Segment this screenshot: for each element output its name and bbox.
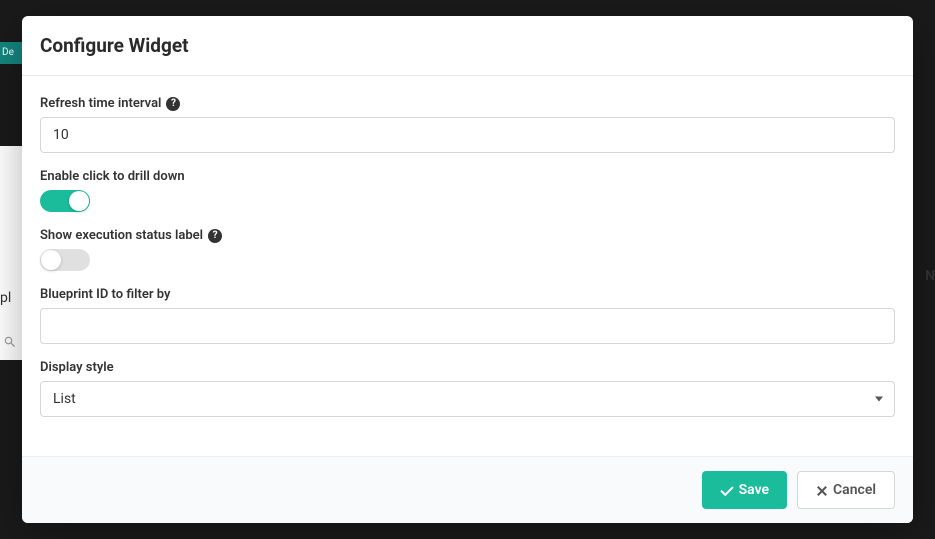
modal-body: Refresh time interval ? Enable click to … (22, 76, 913, 456)
display-style-label: Display style (40, 360, 895, 375)
help-icon[interactable]: ? (166, 97, 180, 111)
field-blueprint-filter: Blueprint ID to filter by (40, 287, 895, 344)
bg-text-left-fragment: pl (0, 290, 11, 306)
bg-text-right-fragment: N (925, 268, 935, 284)
check-icon (720, 485, 733, 495)
save-button-label: Save (739, 482, 769, 498)
blueprint-filter-input[interactable] (40, 308, 895, 344)
toggle-knob (69, 191, 89, 211)
drill-down-toggle[interactable] (40, 190, 90, 212)
drill-down-label-text: Enable click to drill down (40, 169, 185, 184)
refresh-interval-label-text: Refresh time interval (40, 96, 161, 111)
modal-footer: Save Cancel (22, 456, 913, 523)
save-button[interactable]: Save (702, 471, 787, 509)
field-refresh-interval: Refresh time interval ? (40, 96, 895, 153)
status-label-toggle[interactable] (40, 249, 90, 271)
refresh-interval-label: Refresh time interval ? (40, 96, 895, 111)
toggle-knob (41, 250, 61, 270)
cancel-button-label: Cancel (833, 482, 876, 498)
cancel-button[interactable]: Cancel (797, 471, 895, 509)
field-drill-down: Enable click to drill down (40, 169, 895, 212)
modal-header: Configure Widget (22, 16, 913, 76)
search-icon (3, 335, 17, 349)
display-style-label-text: Display style (40, 360, 114, 375)
bg-nav-fragment: De (0, 42, 22, 64)
help-icon[interactable]: ? (208, 229, 222, 243)
display-style-select[interactable]: List (40, 381, 895, 417)
blueprint-filter-label: Blueprint ID to filter by (40, 287, 895, 302)
blueprint-filter-label-text: Blueprint ID to filter by (40, 287, 170, 302)
configure-widget-modal: Configure Widget Refresh time interval ?… (22, 16, 913, 523)
bg-panel-fragment (0, 146, 22, 360)
drill-down-label: Enable click to drill down (40, 169, 895, 184)
field-display-style: Display style List (40, 360, 895, 417)
field-status-label: Show execution status label ? (40, 228, 895, 271)
display-style-selected-value: List (40, 381, 895, 417)
modal-title: Configure Widget (40, 34, 895, 57)
refresh-interval-input[interactable] (40, 117, 895, 153)
x-icon (816, 485, 827, 496)
status-label-label-text: Show execution status label (40, 228, 203, 243)
status-label-label: Show execution status label ? (40, 228, 895, 243)
